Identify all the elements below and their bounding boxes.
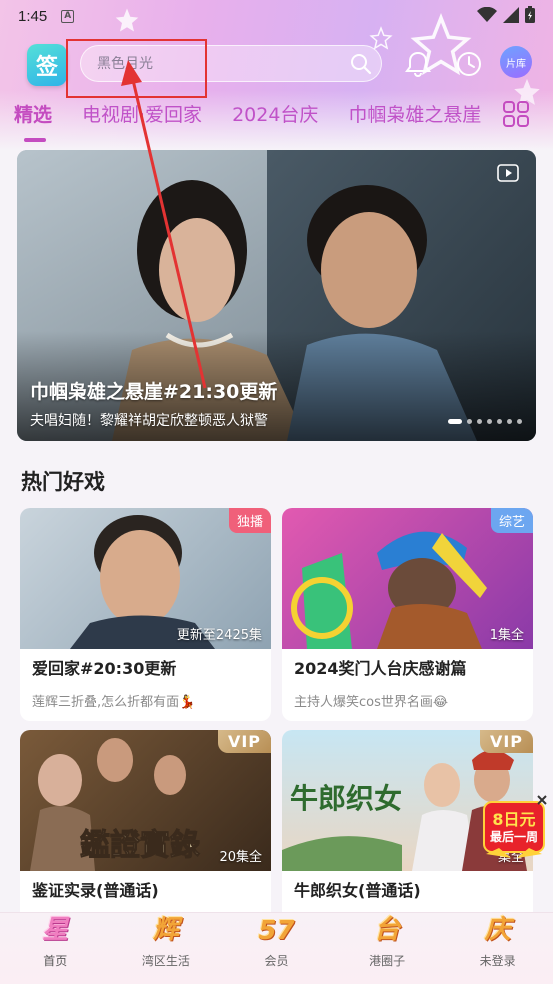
promo-caption: 最后一周	[489, 830, 538, 844]
pagination-dot	[448, 419, 462, 424]
status-icons	[477, 6, 535, 23]
library-button[interactable]: 片库	[500, 46, 532, 78]
exclusive-badge: 独播	[228, 508, 271, 533]
tab-tv-love-home[interactable]: 电视剧·爱回家	[82, 100, 202, 132]
variety-badge: 综艺	[490, 508, 533, 533]
search-bar[interactable]	[80, 45, 382, 82]
banner-title: 巾帼枭雄之悬崖#21:30更新	[30, 381, 278, 403]
hero-banner[interactable]: 巾帼枭雄之悬崖#21:30更新 夫唱妇随！黎耀祥胡定欣整顿恶人狱警	[17, 150, 536, 441]
nav-home-icon: 星	[42, 915, 69, 945]
show-card[interactable]: 独播 更新至2425集 爱回家#20:30更新 莲辉三折叠,怎么折都有面💃	[20, 508, 271, 721]
history-icon[interactable]	[455, 50, 483, 78]
pagination-dot	[477, 419, 482, 424]
nav-label: 港圈子	[369, 954, 406, 968]
nav-membership-icon: 57	[258, 916, 295, 946]
promo-floating-badge[interactable]: 8日元 最后一周	[481, 795, 547, 860]
nav-label: 会员	[264, 954, 289, 968]
tab-anniversary-2024[interactable]: 2024台庆	[232, 100, 318, 132]
nav-label: 湾区生活	[141, 954, 190, 968]
pagination-dot	[517, 419, 522, 424]
poster-title-text: 鑑證實錄	[80, 828, 200, 863]
episode-count: 更新至2425集	[176, 628, 262, 643]
notification-indicator: A	[61, 9, 75, 23]
vip-badge: VIP	[217, 730, 271, 753]
card-title: 2024奖门人台庆感谢篇	[294, 659, 467, 678]
pagination-dot	[497, 419, 502, 424]
episode-count: 20集全	[219, 850, 262, 865]
category-tabs: 精选 电视剧·爱回家 2024台庆 巾帼枭雄之悬崖	[14, 100, 481, 142]
close-icon[interactable]	[536, 794, 548, 806]
status-bar: 1:45 A	[0, 0, 553, 32]
card-title: 爱回家#20:30更新	[32, 659, 177, 678]
status-time: 1:45	[18, 7, 48, 25]
nav-profile[interactable]: 庆 未登录	[442, 913, 553, 984]
vip-badge: VIP	[479, 730, 533, 753]
episode-count: 1集全	[489, 628, 524, 643]
nav-home[interactable]: 星 首页	[0, 913, 111, 984]
pagination-dot	[467, 419, 472, 424]
banner-pagination	[448, 419, 522, 424]
section-title-hot-shows: 热门好戏	[21, 470, 105, 494]
card-description: 主持人爆笑cos世界名画😂	[294, 695, 449, 710]
app-logo-checkin-button[interactable]: 签	[27, 44, 67, 86]
tab-heroine-cliff[interactable]: 巾帼枭雄之悬崖	[348, 100, 481, 132]
nav-bay-area-life[interactable]: 辉 湾区生活	[111, 913, 222, 984]
card-thumbnail: 鑑證實錄 VIP 20集全	[20, 730, 271, 871]
poster-title-text: 牛郎织女	[290, 782, 402, 815]
banner-subtitle: 夫唱妇随！黎耀祥胡定欣整顿恶人狱警	[30, 413, 268, 429]
promo-price: 8日元	[492, 810, 536, 829]
nav-bay-area-icon: 辉	[152, 915, 179, 945]
nav-label: 未登录	[479, 954, 516, 968]
video-play-icon	[497, 164, 519, 182]
card-title: 牛郎织女(普通话)	[294, 881, 421, 900]
card-thumbnail: 综艺 1集全	[282, 508, 533, 649]
nav-hk-circle[interactable]: 台 港圈子	[332, 913, 443, 984]
pagination-dot	[507, 419, 512, 424]
card-thumbnail: 独播 更新至2425集	[20, 508, 271, 649]
nav-label: 首页	[43, 954, 68, 968]
search-icon[interactable]	[349, 52, 373, 76]
bottom-navigation: 星 首页 辉 湾区生活 57 会员 台 港圈子 庆 未登录	[0, 912, 553, 984]
cellular-signal-icon	[503, 6, 519, 23]
logo-label: 签	[35, 55, 58, 80]
tab-featured[interactable]: 精选	[14, 100, 52, 142]
card-description: 莲辉三折叠,怎么折都有面💃	[32, 695, 196, 710]
bell-icon[interactable]	[405, 50, 431, 78]
library-label: 片库	[506, 58, 526, 70]
nav-hk-circle-icon: 台	[374, 915, 401, 945]
pagination-dot	[487, 419, 492, 424]
search-input[interactable]	[97, 55, 337, 72]
card-title: 鉴证实录(普通话)	[32, 881, 159, 900]
nav-membership[interactable]: 57 会员	[221, 913, 332, 984]
battery-icon	[525, 6, 535, 23]
wifi-icon	[477, 6, 497, 22]
nav-profile-icon: 庆	[484, 915, 511, 945]
show-card[interactable]: 综艺 1集全 2024奖门人台庆感谢篇 主持人爆笑cos世界名画😂	[282, 508, 533, 721]
grid-menu-icon[interactable]	[503, 101, 529, 127]
